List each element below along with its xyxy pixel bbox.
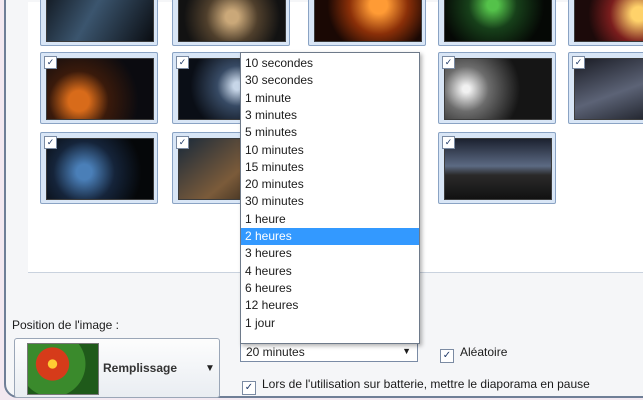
interval-option[interactable]: 2 heures <box>241 228 419 245</box>
wallpaper-thumbnail[interactable]: ✓ <box>568 52 643 124</box>
shuffle-label: Aléatoire <box>460 345 508 359</box>
interval-option[interactable]: 4 heures <box>241 263 419 280</box>
wallpaper-thumbnail[interactable]: ✓ <box>40 52 158 124</box>
interval-dropdown-list: 10 secondes 30 secondes 1 minute 3 minutes 5… <box>240 52 420 344</box>
interval-option[interactable]: 1 minute <box>241 90 419 107</box>
interval-option[interactable]: 30 secondes <box>241 72 419 89</box>
wallpaper-thumbnail[interactable] <box>568 0 643 46</box>
interval-option[interactable]: 10 secondes <box>241 55 419 72</box>
shuffle-checkbox[interactable]: ✓ <box>440 349 454 363</box>
thumbnail-checkbox[interactable]: ✓ <box>176 136 189 149</box>
interval-select-value: 20 minutes <box>246 345 305 359</box>
interval-option[interactable]: 1 jour <box>241 315 419 332</box>
battery-pause-label: Lors de l'utilisation sur batterie, mett… <box>262 377 590 391</box>
interval-option[interactable]: 20 minutes <box>241 176 419 193</box>
thumbnail-checkbox[interactable]: ✓ <box>442 136 455 149</box>
wallpaper-thumbnail[interactable] <box>308 0 426 46</box>
interval-option[interactable]: 3 minutes <box>241 107 419 124</box>
wallpaper-thumbnail[interactable] <box>40 0 158 46</box>
chevron-down-icon: ▼ <box>205 363 215 374</box>
image-position-select[interactable]: Remplissage ▼ <box>14 338 220 398</box>
wallpaper-thumbnail[interactable]: ✓ <box>40 132 158 204</box>
image-position-value: Remplissage <box>103 361 178 375</box>
battery-pause-checkbox[interactable]: ✓ <box>242 381 256 395</box>
wallpaper-thumbnail[interactable]: ✓ <box>438 132 556 204</box>
interval-option[interactable]: 30 minutes <box>241 193 419 210</box>
interval-option[interactable]: 12 heures <box>241 297 419 314</box>
wallpaper-thumbnail[interactable] <box>172 0 290 46</box>
interval-select[interactable]: 20 minutes ▼ <box>240 342 418 362</box>
interval-option[interactable]: 15 minutes <box>241 159 419 176</box>
thumbnail-checkbox[interactable]: ✓ <box>44 56 57 69</box>
thumbnail-checkbox[interactable]: ✓ <box>44 136 57 149</box>
battery-pause-option[interactable]: ✓ Lors de l'utilisation sur batterie, met… <box>242 377 590 395</box>
wallpaper-thumbnail[interactable]: ✓ <box>438 52 556 124</box>
interval-option[interactable]: 6 heures <box>241 280 419 297</box>
thumbnail-checkbox[interactable]: ✓ <box>442 56 455 69</box>
interval-option[interactable]: 5 minutes <box>241 124 419 141</box>
interval-option[interactable]: 3 heures <box>241 245 419 262</box>
interval-option[interactable]: 10 minutes <box>241 142 419 159</box>
chevron-down-icon: ▼ <box>402 346 411 356</box>
image-position-label: Position de l'image : <box>12 318 120 332</box>
wallpaper-thumbnail[interactable] <box>438 0 556 46</box>
thumbnail-checkbox[interactable]: ✓ <box>572 56 585 69</box>
shuffle-option[interactable]: ✓ Aléatoire <box>440 345 507 363</box>
thumbnail-checkbox[interactable]: ✓ <box>176 56 189 69</box>
image-position-preview <box>27 343 99 395</box>
interval-option[interactable]: 1 heure <box>241 211 419 228</box>
